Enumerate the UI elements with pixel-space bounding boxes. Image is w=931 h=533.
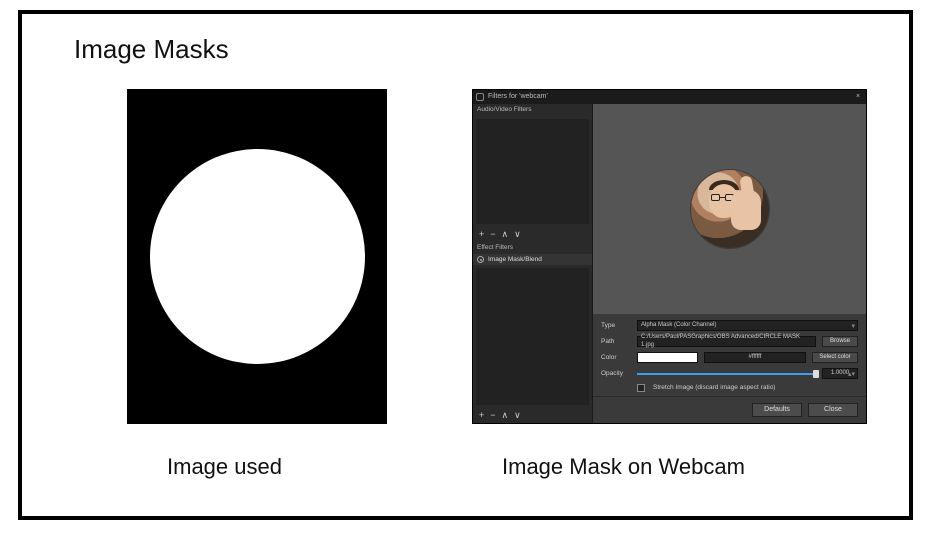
type-select[interactable]: Alpha Mask (Color Channel) ▾ — [637, 320, 858, 331]
opacity-slider[interactable] — [637, 368, 816, 379]
opacity-label: Opacity — [601, 370, 631, 378]
dialog-body: Audio/Video Filters + − ∧ ∨ Effect Filte… — [473, 104, 866, 423]
effect-filter-name: Image Mask/Blend — [488, 256, 542, 264]
move-av-filter-up-button[interactable]: ∧ — [502, 229, 509, 240]
move-av-filter-down-button[interactable]: ∨ — [514, 229, 521, 240]
properties-form: Type Alpha Mask (Color Channel) ▾ Path C… — [593, 314, 866, 396]
move-effect-filter-down-button[interactable]: ∨ — [514, 410, 521, 421]
filter-properties-panel: Type Alpha Mask (Color Channel) ▾ Path C… — [593, 104, 866, 423]
dialog-titlebar: Filters for 'webcam' × — [473, 90, 866, 104]
color-label: Color — [601, 354, 631, 362]
caption-image-mask-webcam: Image Mask on Webcam — [502, 454, 745, 480]
filter-preview — [593, 104, 866, 314]
document-frame: Image Masks Filters for 'webcam' × Audio… — [18, 10, 913, 520]
type-label: Type — [601, 322, 631, 330]
close-icon[interactable]: × — [853, 92, 863, 102]
masked-webcam-preview — [691, 170, 769, 248]
mask-circle-shape — [150, 149, 365, 364]
stretch-row: Stretch Image (discard image aspect rati… — [601, 384, 858, 392]
chevron-down-icon: ▾ — [851, 323, 855, 330]
close-button[interactable]: Close — [808, 403, 858, 417]
stretch-checkbox[interactable] — [637, 384, 645, 392]
type-value: Alpha Mask (Color Channel) — [641, 322, 716, 329]
filters-sidebar: Audio/Video Filters + − ∧ ∨ Effect Filte… — [473, 104, 593, 423]
stretch-label: Stretch Image (discard image aspect rati… — [653, 384, 775, 392]
dialog-footer: Defaults Close — [593, 396, 866, 423]
dialog-title: Filters for 'webcam' — [488, 93, 853, 101]
audio-video-filters-list[interactable] — [476, 119, 589, 224]
opacity-value: 1.0000 — [831, 370, 849, 377]
effect-filters-label: Effect Filters — [473, 242, 592, 254]
effect-filter-item[interactable]: Image Mask/Blend — [473, 254, 592, 266]
select-color-button[interactable]: Select color — [812, 352, 858, 363]
path-row: Path C:/Users/Paul/PASGraphics/OBS Advan… — [601, 336, 858, 347]
mask-image-used — [127, 89, 387, 424]
color-row: Color #ffffff Select color — [601, 352, 858, 363]
slider-thumb[interactable] — [813, 370, 819, 378]
move-effect-filter-up-button[interactable]: ∧ — [502, 410, 509, 421]
defaults-button[interactable]: Defaults — [752, 403, 802, 417]
path-input[interactable]: C:/Users/Paul/PASGraphics/OBS Advanced/C… — [637, 336, 816, 347]
remove-effect-filter-button[interactable]: − — [490, 410, 495, 421]
add-av-filter-button[interactable]: + — [479, 229, 484, 240]
filters-dialog: Filters for 'webcam' × Audio/Video Filte… — [472, 89, 867, 424]
color-hex-display: #ffffff — [704, 352, 806, 363]
path-value: C:/Users/Paul/PASGraphics/OBS Advanced/C… — [641, 334, 812, 348]
effect-filters-list[interactable] — [476, 268, 589, 405]
opacity-row: Opacity 1.0000 ▴▾ — [601, 368, 858, 379]
audio-video-filters-label: Audio/Video Filters — [473, 104, 592, 116]
effect-controls: + − ∧ ∨ — [473, 408, 592, 423]
remove-av-filter-button[interactable]: − — [490, 229, 495, 240]
audio-video-controls: + − ∧ ∨ — [473, 227, 592, 242]
window-icon — [476, 93, 484, 101]
browse-button[interactable]: Browse — [822, 336, 858, 347]
type-row: Type Alpha Mask (Color Channel) ▾ — [601, 320, 858, 331]
path-label: Path — [601, 338, 631, 346]
color-swatch[interactable] — [637, 352, 698, 363]
add-effect-filter-button[interactable]: + — [479, 410, 484, 421]
page-title: Image Masks — [74, 34, 229, 65]
caption-image-used: Image used — [167, 454, 282, 480]
opacity-spinbox[interactable]: 1.0000 ▴▾ — [822, 368, 858, 379]
visibility-toggle-icon[interactable] — [477, 256, 484, 263]
spin-arrows-icon: ▴▾ — [848, 371, 855, 378]
